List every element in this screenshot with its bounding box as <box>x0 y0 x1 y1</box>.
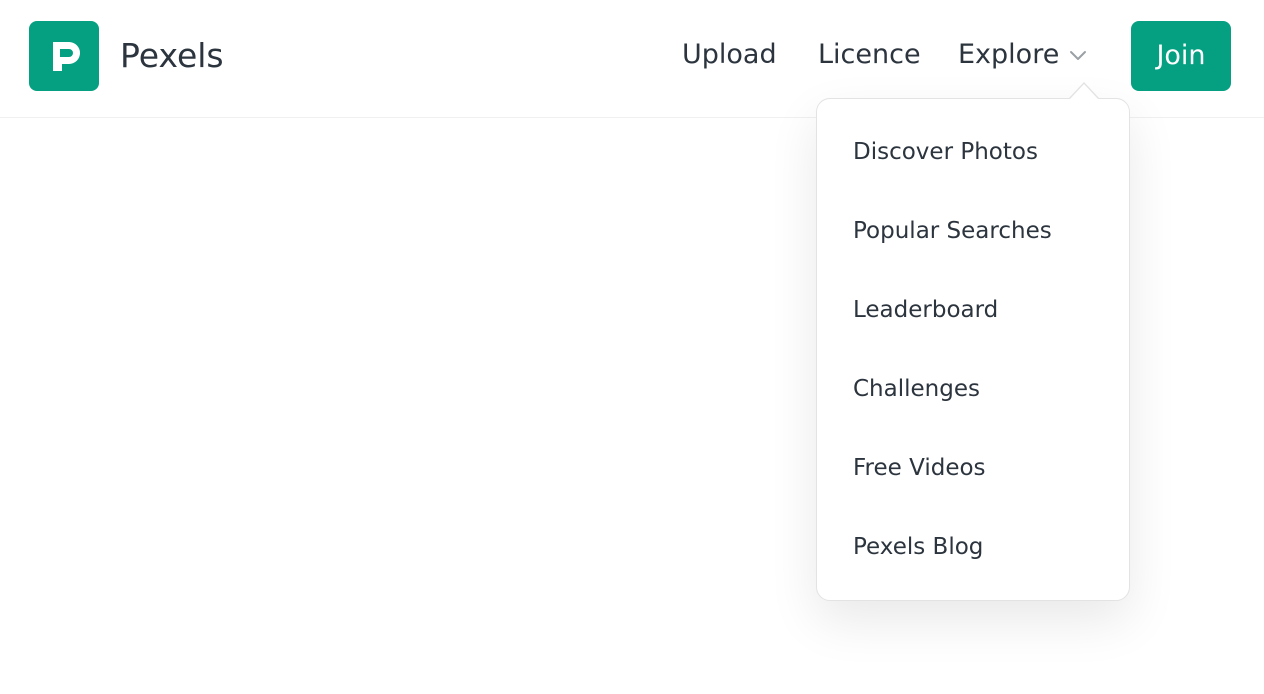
nav-explore-link[interactable]: Explore <box>958 37 1059 73</box>
explore-dropdown-menu: Discover Photos Popular Searches Leaderb… <box>816 98 1130 601</box>
logo-mark <box>53 42 80 71</box>
menu-item-leaderboard[interactable]: Leaderboard <box>853 294 1123 326</box>
nav-upload-link[interactable]: Upload <box>682 37 777 73</box>
chevron-down-icon[interactable] <box>1069 48 1087 62</box>
menu-item-pexels-blog[interactable]: Pexels Blog <box>853 531 1123 563</box>
menu-item-free-videos[interactable]: Free Videos <box>853 452 1123 484</box>
pexels-logo-icon[interactable] <box>29 21 99 91</box>
dropdown-caret-fill <box>1070 84 1098 99</box>
brand-name[interactable]: Pexels <box>120 34 224 78</box>
join-button[interactable]: Join <box>1131 21 1231 91</box>
nav-licence-link[interactable]: Licence <box>818 37 921 73</box>
menu-item-popular-searches[interactable]: Popular Searches <box>853 215 1123 247</box>
menu-item-discover-photos[interactable]: Discover Photos <box>853 136 1123 168</box>
menu-item-challenges[interactable]: Challenges <box>853 373 1123 405</box>
